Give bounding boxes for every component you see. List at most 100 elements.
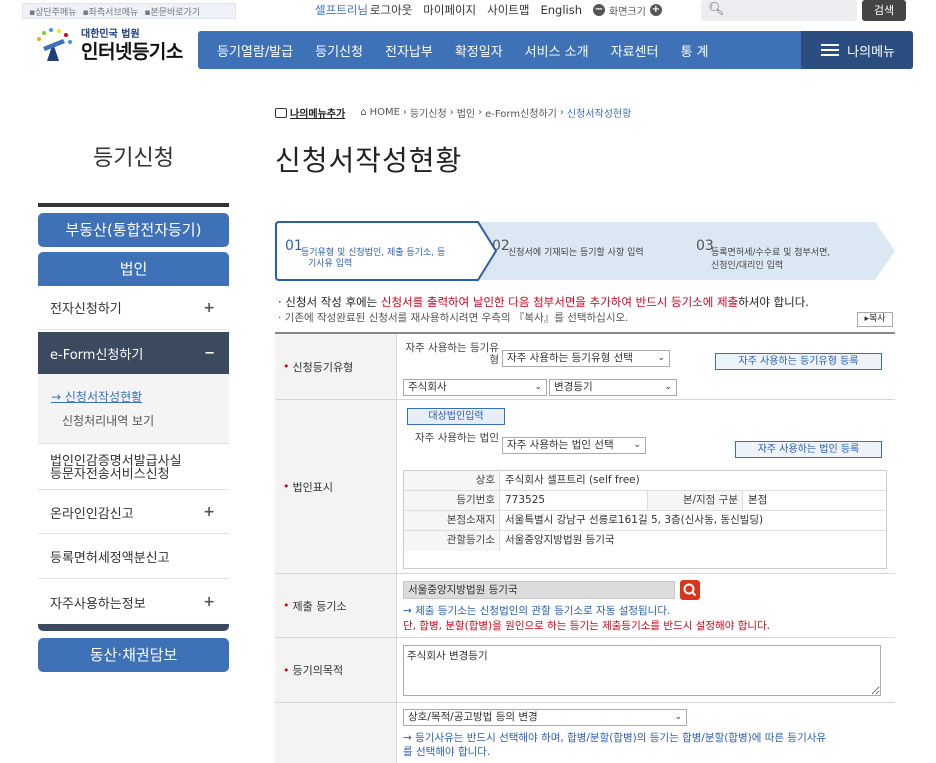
sidebar-corp-button[interactable]: 법인 [38,252,229,286]
progress-steps: 01 등기유형 및 신청법인, 제출 등기소, 등 기사유 입력 02 신청서에… [275,221,897,281]
utility-bar: 셀프트리님 로그아웃 마이페이지 사이트맵 English − 화면크기 + [315,2,676,18]
hamburger-icon [821,44,840,56]
label-office: • 제출 등기소 [275,574,397,637]
row-purpose: • 등기의목적 주식회사 변경등기 [275,638,895,703]
sidebar-item-frequent-info[interactable]: 자주사용하는정보 + [38,580,229,624]
reg-kind-select[interactable]: 변경등기 ⌄ [549,379,677,396]
cause-note-1: → 등기사유는 반드시 선택해야 하며, 합병/분할(합병)의 등기는 합병/분… [403,732,827,744]
sidebar-item-eform[interactable]: e-Form신청하기 − [38,332,229,374]
sidebar-subitem-status[interactable]: → 신청서작성현황 [51,388,142,405]
plus-icon: + [203,299,215,316]
fav-corp-select[interactable]: 자주 사용하는 법인 선택 ⌄ [502,437,646,454]
fav-reg-type-label: 자주 사용하는 등기유형 [405,342,499,366]
corp-regno-row: 등기번호 773525 본/지점 구분 본점 [404,491,886,511]
skip-link-side-menu[interactable]: ▪좌측서브메뉴 [83,5,139,18]
site-logo[interactable]: 대한민국 법원 인터넷등기소 [33,27,183,65]
zoom-label: 화면크기 [609,6,646,18]
mypage-link[interactable]: 마이페이지 [423,2,476,18]
row-cause: 상호/목적/공고방법 등의 변경 ⌄ → 등기사유는 반드시 선택해야 하며, 합… [275,703,895,763]
label-cause [275,703,397,763]
breadcrumb-item[interactable]: 등기신청 [410,105,447,120]
row-reg-type: • 신청등기유형 자주 사용하는 등기유형 자주 사용하는 등기유형 선택 ⌄ 자주… [275,334,895,400]
fav-reg-type-register-button[interactable]: 자주 사용하는 등기유형 등록 [715,353,882,370]
breadcrumb-home[interactable]: HOME [370,107,400,118]
sidebar-item-e-filing[interactable]: 전자신청하기 + [38,286,229,330]
sidebar-corp-bottom [38,624,229,631]
row-corp: • 법인표시 대상법인입력 자주 사용하는 법인 자주 사용하는 법인 선택 ⌄ 자… [275,400,895,574]
label-corp: • 법인표시 [275,400,397,573]
sidebar-realestate-button[interactable]: 부동산(통합전자등기) [38,213,229,247]
court-emblem-icon [33,27,77,65]
logo-title: 인터넷등기소 [81,41,183,63]
sidebar-subitem-history[interactable]: 신청처리내역 보기 [62,412,154,429]
page-title: 신청서작성현황 [275,144,463,177]
my-menu-button[interactable]: 나의메뉴 [801,31,913,69]
corp-address: 서울특별시 강남구 선릉로161길 5, 3층(신사동, 동신빌딩) [505,514,764,526]
notice-main: · 신청서 작성 후에는 신청서를 출력하여 날인한 다음 첨부서면을 추가하여… [278,295,809,309]
plus-icon: + [203,594,215,610]
main-nav: 등기열람/발급 등기신청 전자납부 확정일자 서비스 소개 자료센터 통 계 나… [198,31,913,69]
sidebar-item-online-seal[interactable]: 온라인인감신고 + [38,491,229,534]
logout-link[interactable]: 로그아웃 [370,2,412,18]
fav-corp-register-button[interactable]: 자주 사용하는 법인 등록 [735,441,882,458]
corp-type-select[interactable]: 주식회사 ⌄ [403,379,547,396]
purpose-textarea[interactable]: 주식회사 변경등기 [403,645,881,696]
notice-copy: · 기존에 작성완료된 신청서를 재사용하시려면 우측의 『복사』를 선택하십시… [278,312,629,324]
corp-info-table: 상호 주식회사 셀프트리 (self free) 등기번호 773525 본/지… [403,470,887,569]
office-note-1: → 제출 등기소는 신청법인의 관할 등기소로 자동 설정됩니다. [403,605,671,617]
search-office-button[interactable] [680,580,700,600]
search-icon: 🔍︎ [708,2,725,17]
skip-links: ▪상단주메뉴 ▪좌측서브메뉴 ▪본문바로가기 [22,3,236,19]
sidebar-movable-button[interactable]: 동산·채권담보 [38,638,229,672]
corp-addr-row: 본점소재지 서울특별시 강남구 선릉로161길 5, 3층(신사동, 동신빌딩) [404,511,886,531]
sitemap-link[interactable]: 사이트맵 [487,2,529,18]
breadcrumb-item[interactable]: 법인 [457,105,475,120]
zoom-in-icon[interactable]: + [649,4,662,16]
logo-subtitle: 대한민국 법원 [81,29,140,40]
home-icon: ⌂ [360,107,367,118]
fav-corp-label: 자주 사용하는 법인 [415,432,499,444]
target-corp-button[interactable]: 대상법인입력 [407,408,505,425]
cause-select[interactable]: 상호/목적/공고방법 등의 변경 ⌄ [403,709,687,726]
plus-icon: + [203,504,215,520]
office-field: 서울중앙지방법원 등기국 [403,581,675,599]
nav-item-service[interactable]: 서비스 소개 [514,41,600,60]
skip-link-top-menu[interactable]: ▪상단주메뉴 [29,5,77,18]
skip-link-content[interactable]: ▪본문바로가기 [144,5,200,18]
fav-reg-type-select[interactable]: 자주 사용하는 등기유형 선택 ⌄ [502,350,670,367]
search-button[interactable]: 검색 [862,0,906,21]
label-purpose: • 등기의목적 [275,638,397,702]
nav-item-payment[interactable]: 전자납부 [374,41,444,60]
copy-button[interactable]: ▸복사 [857,312,893,327]
cause-note-2: 를 선택해야 합니다. [403,746,491,758]
sidebar-submenu: → 신청서작성현황 신청처리내역 보기 [38,374,229,444]
corp-branch: 본점 [748,494,768,506]
sidebar-item-seal-sms[interactable]: 법인인감증명서발급사실 등문자전송서비스신청 [38,446,229,490]
nav-item-fixed-date[interactable]: 확정일자 [444,41,514,60]
my-menu-label: 나의메뉴 [847,44,895,60]
label-reg-type: • 신청등기유형 [275,334,397,399]
search-input[interactable]: 🔍︎ [701,0,857,21]
nav-item-registration[interactable]: 등기신청 [304,41,374,60]
sidebar-item-license-tax[interactable]: 등록면허세정액분신고 [38,535,229,579]
search-icon [683,583,697,597]
user-name: 셀프트리님 [315,3,368,17]
sidebar-top-bar [38,203,229,207]
english-link[interactable]: English [540,3,582,17]
zoom-control: − 화면크기 + [593,3,662,18]
nav-item-resources[interactable]: 자료센터 [600,41,670,60]
nav-item-view-issue[interactable]: 등기열람/발급 [198,41,304,60]
application-form: • 신청등기유형 자주 사용하는 등기유형 자주 사용하는 등기유형 선택 ⌄ 자주… [275,332,895,763]
corp-office: 서울중앙지방법원 등기국 [505,534,615,546]
corp-name: 주식회사 셀프트리 (self free) [505,474,640,486]
office-note-2: 단, 합병, 분할(합병)을 원인으로 하는 등기는 제출등기소를 반드시 설정… [403,620,771,632]
corp-name-row: 상호 주식회사 셀프트리 (self free) [404,471,886,491]
nav-item-stats[interactable]: 통 계 [669,41,719,60]
zoom-out-icon[interactable]: − [593,4,605,16]
corp-regno: 773525 [505,494,546,506]
breadcrumb-current: 신청서작성현황 [566,109,632,120]
breadcrumb-item[interactable]: e-Form신청하기 [485,105,557,120]
corp-office-row: 관할등기소 서울중앙지방법원 등기국 [404,531,886,551]
step-1: 01 등기유형 및 신청법인, 제출 등기소, 등 기사유 입력 [285,238,446,269]
add-favorite-link[interactable]: 나의메뉴추가 [275,105,345,120]
